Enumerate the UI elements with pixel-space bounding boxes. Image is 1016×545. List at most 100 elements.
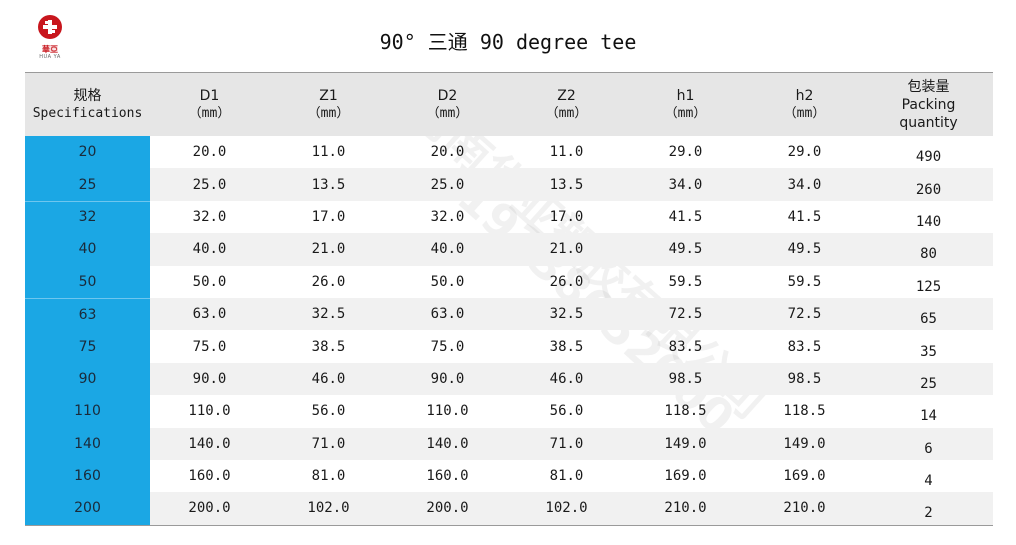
cell-h1: 83.5 [668,338,703,355]
cell-d1: 32.0 [192,208,227,225]
cell-spec: 63 [25,297,150,331]
cell-h1: 118.5 [664,403,707,420]
cell-d1: 20.0 [192,144,227,161]
cell-z1: 38.5 [311,338,346,355]
table-row: 20 20.0 11.0 20.0 11.0 29.0 29.0 490 [25,136,993,169]
cell-spec: 25 [25,168,150,201]
cell-packing-qty: 35 [920,343,937,360]
cell-h1: 34.0 [626,168,745,201]
cell-packing-qty: 25 [864,362,993,396]
cell-d1: 110.0 [188,403,231,420]
header-packing-quantity: 包装量 Packing quantity [899,78,958,131]
cell-z1: 81.0 [311,468,346,485]
cell-z1: 21.0 [269,233,388,266]
cell-d2: 110.0 [426,403,469,420]
table-row: 32 32.0 17.0 32.0 17.0 41.5 41.5 140 [25,200,993,234]
cell-d2: 32.0 [430,208,465,225]
cell-d1: 200.0 [150,492,269,525]
cell-d2: 63.0 [388,297,507,331]
cell-packing-qty: 6 [864,427,993,460]
cell-h2: 72.5 [745,297,864,331]
header-d2: D2 （mm） [426,87,469,121]
cell-spec: 90 [25,362,150,396]
table-row: 200 200.0 102.0 200.0 102.0 210.0 210.0 2 [25,492,993,525]
cell-z2: 21.0 [507,233,626,266]
cell-z1: 17.0 [311,208,346,225]
cell-spec: 75 [25,330,150,363]
cell-h2: 83.5 [787,338,822,355]
table-row: 110 110.0 56.0 110.0 56.0 118.5 118.5 14 [25,395,993,428]
table-row: 140 140.0 71.0 140.0 71.0 149.0 149.0 6 [25,427,993,460]
table-body: 20 20.0 11.0 20.0 11.0 29.0 29.0 490 25 25.0 13.5 2… [25,136,993,525]
cell-z1: 11.0 [311,144,346,161]
cell-packing-qty: 80 [864,233,993,266]
cell-spec: 160 [25,459,150,493]
table-row: 63 63.0 32.5 63.0 32.5 72.5 72.5 65 [25,297,993,331]
cell-d2: 160.0 [426,468,469,485]
cell-spec: 110 [25,395,150,428]
cell-h1: 72.5 [626,297,745,331]
cell-z2: 102.0 [507,492,626,525]
cell-spec: 140 [25,427,150,460]
cell-spec: 32 [25,200,150,234]
cell-spec: 200 [25,492,150,525]
cell-z2: 26.0 [549,273,584,290]
cell-z2: 56.0 [549,403,584,420]
cell-z1: 32.5 [269,297,388,331]
cell-d2: 40.0 [388,233,507,266]
cell-h2: 210.0 [745,492,864,525]
cell-d2: 50.0 [430,273,465,290]
header-h2: h2 （mm） [783,87,826,121]
header-z1: Z1 （mm） [307,87,350,121]
cell-z2: 13.5 [507,168,626,201]
cell-z1: 46.0 [269,362,388,396]
cell-h1: 29.0 [668,144,703,161]
cell-d1: 140.0 [150,427,269,460]
cell-d2: 90.0 [388,362,507,396]
cell-h2: 118.5 [783,403,826,420]
cell-d2: 140.0 [388,427,507,460]
cell-z2: 32.5 [507,297,626,331]
cell-d1: 25.0 [150,168,269,201]
cell-packing-qty: 125 [915,278,942,295]
cell-h2: 41.5 [787,208,822,225]
cell-packing-qty: 2 [864,492,993,525]
cell-h1: 59.5 [668,273,703,290]
cell-packing-qty: 490 [915,149,942,166]
cell-h1: 149.0 [626,427,745,460]
page-title: 90° 三通 90 degree tee [379,30,637,54]
cell-spec: 20 [25,136,150,169]
cell-h2: 34.0 [745,168,864,201]
cell-z2: 81.0 [549,468,584,485]
cell-d1: 40.0 [150,233,269,266]
spec-table: 规格 Specifications D1 （mm） Z1 （mm） D2 （mm… [25,72,993,526]
cell-spec: 50 [25,265,150,298]
cell-z1: 26.0 [311,273,346,290]
cell-z1: 71.0 [269,427,388,460]
cell-z1: 13.5 [269,168,388,201]
table-header: 规格 Specifications D1 （mm） Z1 （mm） D2 （mm… [25,72,993,136]
cell-d2: 75.0 [430,338,465,355]
table-row: 160 160.0 81.0 160.0 81.0 169.0 169.0 4 [25,459,993,493]
cell-d1: 75.0 [192,338,227,355]
cell-z1: 102.0 [269,492,388,525]
cell-h2: 169.0 [783,468,826,485]
cell-h1: 98.5 [626,362,745,396]
table-row: 40 40.0 21.0 40.0 21.0 49.5 49.5 80 [25,233,993,266]
cell-packing-qty: 4 [924,473,933,490]
cell-z2: 11.0 [549,144,584,161]
cell-z2: 17.0 [549,208,584,225]
cell-h2: 98.5 [745,362,864,396]
table-row: 25 25.0 13.5 25.0 13.5 34.0 34.0 260 [25,168,993,201]
cell-h2: 49.5 [745,233,864,266]
table-bottom-rule [25,524,993,526]
header-specifications: 规格 Specifications [32,87,143,121]
cell-z2: 46.0 [507,362,626,396]
cell-h2: 149.0 [745,427,864,460]
cell-z2: 71.0 [507,427,626,460]
cell-packing-qty: 260 [864,168,993,201]
cell-d1: 90.0 [150,362,269,396]
header-d1: D1 （mm） [188,87,231,121]
header-z2: Z2 （mm） [545,87,588,121]
cell-spec: 40 [25,233,150,266]
